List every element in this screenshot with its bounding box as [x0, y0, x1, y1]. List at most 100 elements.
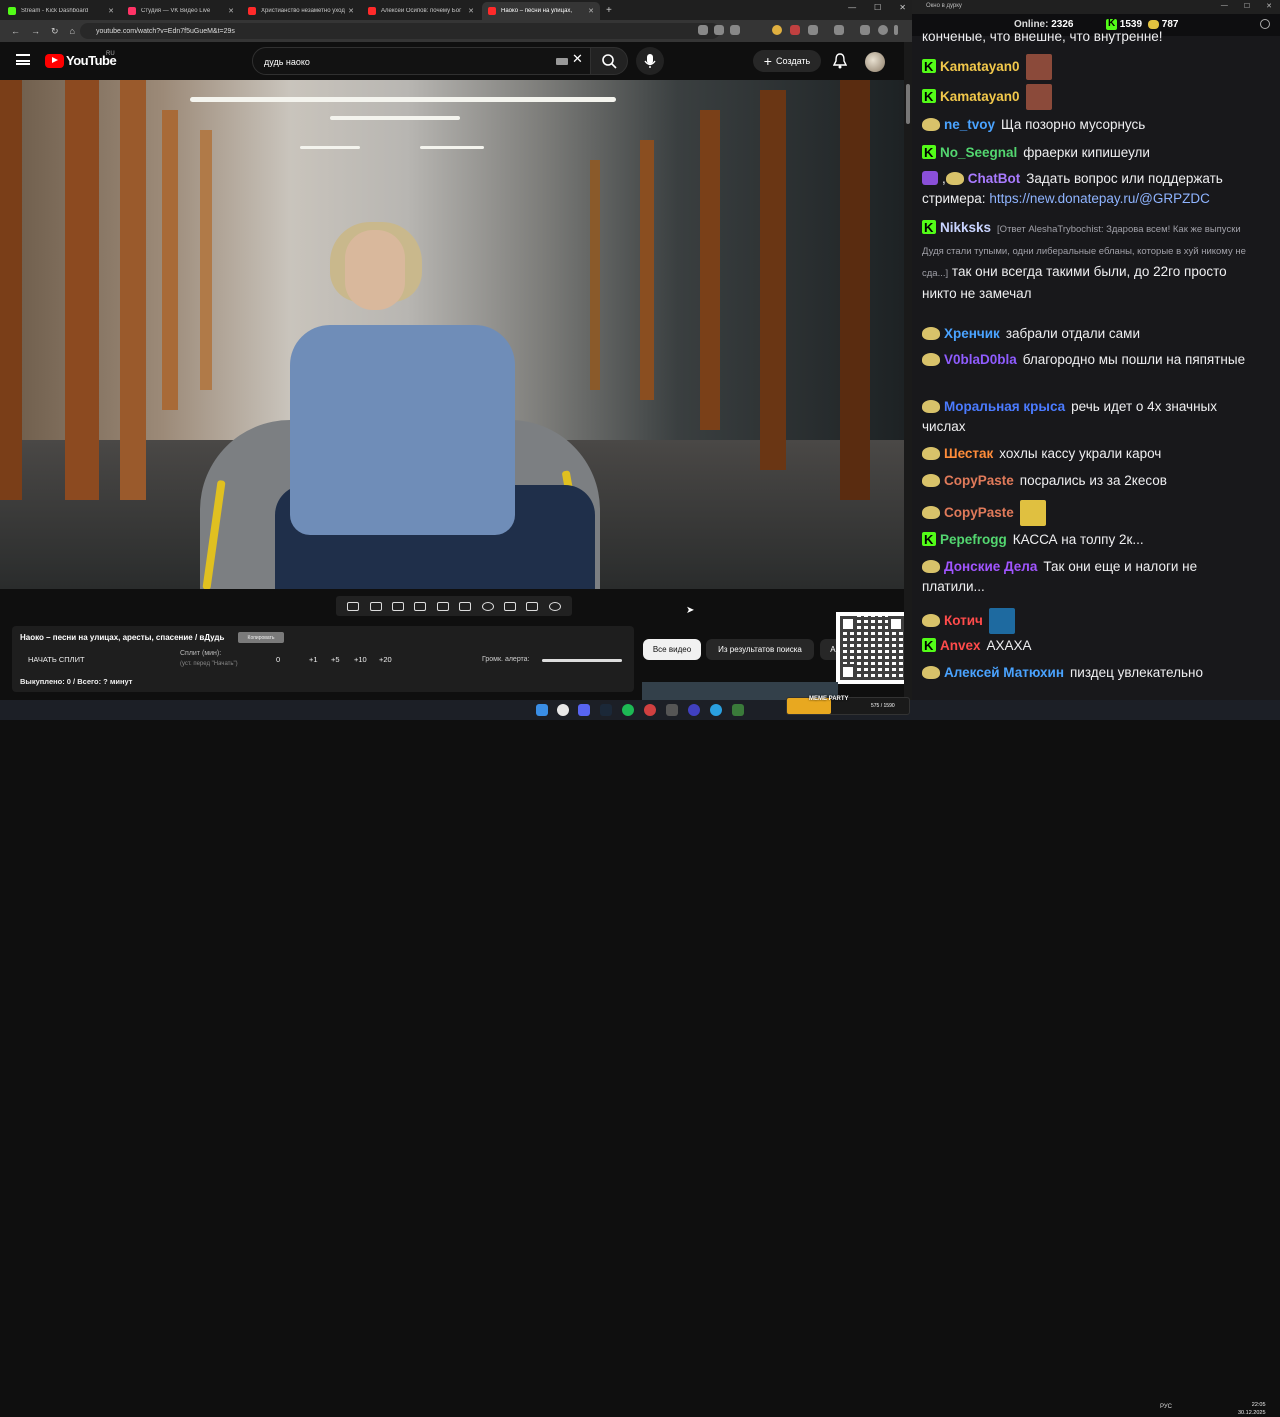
browser-tab[interactable]: Христианство незаметно уход ✕ — [242, 2, 360, 20]
home-icon[interactable]: ⌂ — [70, 26, 75, 36]
clear-search-icon[interactable]: ✕ — [572, 51, 583, 67]
settings-gear-icon[interactable] — [548, 601, 561, 611]
browser-tab[interactable]: Студия — VK Видео Live ✕ — [122, 2, 240, 20]
video-pillar — [590, 160, 600, 390]
app-icon[interactable] — [732, 704, 744, 716]
chat-username[interactable]: Хренчик — [944, 326, 1000, 341]
clapper-icon[interactable] — [414, 601, 427, 611]
chat-username[interactable]: CopyPaste — [944, 505, 1014, 520]
film-icon[interactable] — [459, 601, 472, 611]
copy-button[interactable]: Копировать — [238, 632, 284, 643]
hamburger-menu-icon[interactable] — [16, 54, 30, 65]
profile-icon[interactable] — [878, 25, 888, 35]
chat-username[interactable]: Kamatayan0 — [940, 89, 1020, 104]
back-icon[interactable]: ← — [11, 26, 20, 36]
spotify-icon[interactable] — [622, 704, 634, 716]
tab-close-icon[interactable]: ✕ — [228, 7, 234, 15]
loop-icon[interactable] — [347, 601, 360, 611]
extension-icon[interactable] — [790, 25, 800, 35]
chat-username[interactable]: Донские Дела — [944, 559, 1037, 574]
extension-icon[interactable] — [772, 25, 782, 35]
chat-username[interactable]: ne_tvoy — [944, 117, 995, 132]
start-split-button[interactable]: НАЧАТЬ СПЛИТ — [28, 655, 85, 664]
menu-dots-icon[interactable] — [894, 25, 898, 35]
chat-username[interactable]: Алексей Матюхин — [944, 665, 1064, 680]
maximize-icon[interactable]: ☐ — [1244, 2, 1250, 10]
voice-search-button[interactable] — [636, 47, 664, 75]
add-icon[interactable] — [503, 601, 516, 611]
page-scrollbar[interactable] — [904, 42, 912, 700]
emote-icon — [1019, 500, 1046, 526]
maximize-icon[interactable]: ☐ — [874, 3, 881, 12]
chip-all-videos[interactable]: Все видео — [643, 639, 701, 660]
extensions-icon[interactable] — [808, 25, 818, 35]
scrollbar-thumb[interactable] — [906, 84, 910, 124]
search-button[interactable] — [590, 47, 628, 75]
sidebar-icon[interactable] — [860, 25, 870, 35]
chat-username[interactable]: Pepefrogg — [940, 532, 1007, 547]
telegram-icon[interactable] — [710, 704, 722, 716]
video-player[interactable] — [0, 80, 904, 589]
keyboard-icon[interactable] — [556, 58, 568, 65]
chat-username[interactable]: Anvex — [940, 638, 981, 653]
notifications-bell-icon[interactable] — [833, 53, 847, 69]
tab-close-icon[interactable]: ✕ — [588, 7, 594, 15]
increment-button[interactable]: +10 — [354, 655, 367, 664]
chat-username[interactable]: Моральная крыса — [944, 399, 1065, 414]
player-extension-toolbar — [336, 596, 572, 616]
chat-username[interactable]: Kamatayan0 — [940, 59, 1020, 74]
chip-label: Все видео — [652, 645, 692, 654]
watch-icon[interactable] — [391, 601, 404, 611]
download-icon[interactable] — [834, 25, 844, 35]
resize-icon[interactable] — [436, 601, 449, 611]
increment-button[interactable]: +20 — [379, 655, 392, 664]
create-button[interactable]: + Создать — [753, 50, 821, 72]
zoom-icon[interactable] — [698, 25, 708, 35]
url-field[interactable]: youtube.com/watch?v=Edn7f5uGueM&t=29s — [80, 23, 720, 39]
chat-username[interactable]: CopyPaste — [944, 473, 1014, 488]
screenshot-icon[interactable] — [526, 601, 539, 611]
chat-username[interactable]: No_Seegnal — [940, 145, 1017, 160]
tray-language[interactable]: РУС — [1160, 1404, 1172, 1410]
alert-volume-slider[interactable] — [542, 659, 622, 662]
search-input[interactable]: дудь наоко — [252, 47, 592, 75]
tab-close-icon[interactable]: ✕ — [108, 7, 114, 15]
tab-close-icon[interactable]: ✕ — [468, 7, 474, 15]
minimize-icon[interactable]: — — [1221, 2, 1228, 10]
message-link[interactable]: https://new.donatepay.ru/@GRPZDC — [989, 191, 1210, 206]
discord-icon[interactable] — [578, 704, 590, 716]
clock[interactable]: 22:05 30.12.2025 — [1238, 1401, 1266, 1417]
chat-username[interactable]: Котич — [944, 613, 983, 628]
broadcast-icon[interactable] — [369, 601, 382, 611]
kick-badge-icon — [922, 143, 936, 163]
increment-button[interactable]: +5 — [331, 655, 340, 664]
new-tab-icon[interactable]: + — [606, 5, 612, 16]
tab-close-icon[interactable]: ✕ — [348, 7, 354, 15]
browser-tab[interactable]: Алексей Осипов: почему Бог ✕ — [362, 2, 480, 20]
browser-tab[interactable]: Наоко – песни на улицах, ✕ — [482, 2, 600, 20]
app-icon[interactable] — [644, 704, 656, 716]
app-icon[interactable] — [666, 704, 678, 716]
chat-settings-icon[interactable] — [1260, 19, 1270, 29]
chat-username[interactable]: Nikksks — [940, 220, 991, 235]
avatar[interactable] — [865, 52, 885, 72]
cast-icon[interactable] — [714, 25, 724, 35]
split-value[interactable]: 0 — [276, 655, 280, 664]
chat-username[interactable]: Шестак — [944, 446, 993, 461]
close-icon[interactable]: ✕ — [1266, 2, 1272, 10]
chip-search-results[interactable]: Из результатов поиска — [706, 639, 814, 660]
close-icon[interactable]: ✕ — [899, 3, 906, 12]
reload-icon[interactable]: ↻ — [51, 26, 59, 37]
forward-icon[interactable]: → — [31, 26, 40, 36]
chrome-icon[interactable] — [557, 704, 569, 716]
minimize-icon[interactable]: — — [848, 3, 856, 12]
speed-icon[interactable] — [481, 601, 494, 611]
media-player-icon[interactable] — [688, 704, 700, 716]
bookmark-icon[interactable] — [730, 25, 740, 35]
start-menu-icon[interactable] — [536, 704, 548, 716]
steam-icon[interactable] — [600, 704, 612, 716]
chat-username[interactable]: V0blaD0bla — [944, 352, 1017, 367]
chat-username[interactable]: ChatBot — [968, 171, 1021, 186]
browser-tab[interactable]: Stream - Kick Dashboard ✕ — [2, 2, 120, 20]
increment-button[interactable]: +1 — [309, 655, 318, 664]
